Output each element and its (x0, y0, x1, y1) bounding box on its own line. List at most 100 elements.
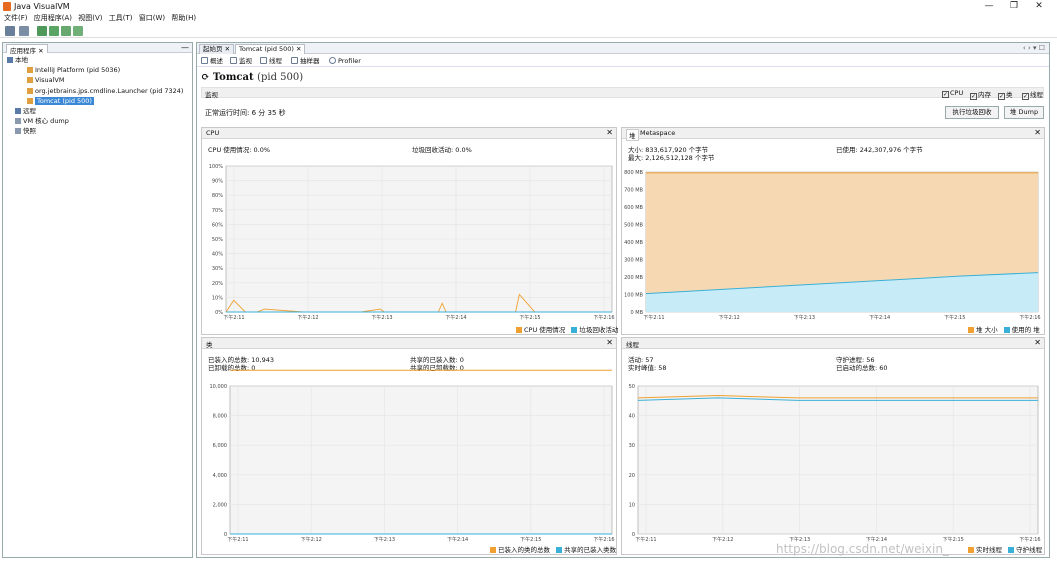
check-memory[interactable]: ✓ 内存 (970, 89, 991, 100)
tree-node-core-dump[interactable]: VM 核心 dump (15, 117, 69, 126)
minimize-pane-button[interactable]: — (181, 43, 189, 52)
cpu-chart: 100% 90% 80% 70% 60% 50% 40% 30% 20% 10% 0%下午2:11 下… (209, 164, 615, 321)
heap-x-tick-label: 下午2:14 (869, 314, 890, 321)
tab-overview[interactable]: 概述 (201, 57, 223, 66)
tab-profiler[interactable]: Profiler (329, 57, 361, 66)
heap-dump-button[interactable]: 堆 Dump (1004, 106, 1044, 119)
classes-plot-area (229, 385, 613, 535)
menu-tools[interactable]: 工具(T) (109, 14, 133, 22)
cpu-x-tick-label: 下午2:14 (445, 314, 466, 321)
add-jmx-icon[interactable] (5, 26, 15, 36)
monitor-icon (230, 57, 237, 64)
maximize-button[interactable]: ❐ (1005, 1, 1023, 12)
menu-file[interactable]: 文件(F) (4, 14, 28, 22)
tree-node-local[interactable]: 本地 (7, 56, 28, 65)
applications-tab[interactable]: 应用程序 ✕ (6, 44, 48, 55)
title-bar: Java VisualVM — ❐ ✕ (0, 0, 1057, 13)
cpu-y-tick-label: 90% (212, 179, 223, 185)
threads-x-tick-label: 下午2:16 (1019, 536, 1040, 543)
cpu-y-tick-label: 80% (212, 193, 223, 199)
profiler-snapshot-icon[interactable] (61, 26, 71, 36)
close-button[interactable]: ✕ (1030, 1, 1048, 12)
threads-x-tick-label: 下午2:12 (712, 536, 733, 543)
section-label: 监视 (205, 91, 218, 99)
menu-window[interactable]: 窗口(W) (139, 14, 165, 22)
classes-x-tick-label: 下午2:13 (374, 536, 395, 543)
threads-icon (260, 57, 267, 64)
menu-applications[interactable]: 应用程序(A) (34, 14, 72, 22)
tab-tomcat[interactable]: Tomcat (pid 500) ✕ (235, 44, 306, 54)
threads-y-tick-label: 50 (629, 384, 635, 390)
classes-panel: 类 ✕ 已装入的总数: 10,943 已卸载的总数: 0 共享的已装入数: 0 共… (201, 337, 617, 555)
document-tabs: 起始页 ✕ Tomcat (pid 500) ✕ ‹ › ▾ ☐ (197, 43, 1049, 54)
tree-node-remote[interactable]: 远程 (15, 107, 36, 116)
cpu-legend: CPU 使用情况 垃圾回收活动 (516, 324, 618, 334)
tree-node-visualvm[interactable]: VisualVM (27, 76, 64, 85)
menu-view[interactable]: 视图(V) (78, 14, 102, 22)
classes-y-tick-label: 6,000 (213, 443, 227, 449)
check-threads[interactable]: ✓ 线程 (1022, 89, 1043, 100)
tab-threads[interactable]: 线程 (260, 57, 282, 66)
classes-chart: 10,0008,0006,0004,0002,0000下午2:11 下午2:12 下… (210, 369, 615, 543)
threads-plot-area (637, 385, 1039, 535)
tab-sampler[interactable]: 抽样器 (291, 57, 320, 66)
cpu-x-tick-label: 下午2:12 (297, 314, 318, 321)
thread-dump-icon[interactable] (49, 26, 59, 36)
core-dump-icon (15, 118, 21, 124)
classes-x-tick-label: 下午2:14 (447, 536, 468, 543)
heap-y-tick-label: 200 MB (624, 275, 643, 281)
tree-node-tomcat[interactable]: Tomcat (pid 500) (27, 97, 94, 106)
heap-y-tick-label: 800 MB (624, 170, 643, 176)
perform-gc-button[interactable]: 执行垃圾回收 (945, 106, 999, 119)
overview-icon (201, 57, 208, 64)
heap-y-tick-label: 300 MB (624, 258, 643, 264)
cpu-x-tick-label: 下午2:15 (519, 314, 540, 321)
applications-tab-bar: 应用程序 ✕ — (3, 43, 192, 55)
application-snapshot-icon[interactable] (73, 26, 83, 36)
profiler-icon (329, 57, 336, 64)
heap-x-tick-label: 下午2:13 (794, 314, 815, 321)
page-title: ⟳ Tomcat (pid 500) (201, 72, 304, 83)
heap-chart: 800 MB 700 MB 600 MB 500 MB 400 MB 300 MB 200 … (624, 170, 1041, 321)
threads-y-tick-label: 20 (629, 473, 635, 479)
cpu-y-tick-label: 50% (212, 237, 223, 243)
classes-x-tick-label: 下午2:16 (593, 536, 614, 543)
classes-legend: 已装入的类的总数 共享的已装入类数 (490, 544, 616, 554)
java-app-icon (27, 98, 33, 104)
java-app-icon (27, 67, 33, 73)
tree-node-jps-launcher[interactable]: org.jetbrains.jps.cmdline.Launcher (pid … (27, 87, 183, 96)
add-snapshot-icon[interactable] (19, 26, 29, 36)
check-cpu[interactable]: ✓ CPU (942, 89, 963, 98)
check-classes[interactable]: ✓ 类 (998, 89, 1013, 100)
heap-y-tick-label: 600 MB (624, 205, 643, 211)
cpu-y-tick-label: 20% (212, 281, 223, 287)
tab-navigation[interactable]: ‹ › ▾ ☐ (1023, 44, 1045, 52)
tab-start-page[interactable]: 起始页 ✕ (199, 44, 235, 54)
cpu-x-tick-label: 下午2:11 (223, 314, 244, 321)
computer-icon (7, 57, 13, 63)
remote-icon (15, 108, 21, 114)
monitor-section-bar: 监视 ✓ CPU ✓ 内存 ✓ 类 ✓ 线程 (201, 87, 1044, 100)
menu-help[interactable]: 帮助(H) (171, 14, 196, 22)
heap-y-tick-label: 500 MB (624, 223, 643, 229)
classes-x-tick-label: 下午2:11 (227, 536, 248, 543)
heap-dump-icon[interactable] (37, 26, 47, 36)
cpu-y-tick-label: 0% (215, 310, 223, 316)
classes-y-tick-label: 4,000 (213, 473, 227, 479)
cpu-x-tick-label: 下午2:16 (593, 314, 614, 321)
uptime-label: 正常运行时间: 6 分 35 秒 (205, 109, 286, 117)
tree-node-intellij[interactable]: IntelliJ Platform (pid 5036) (27, 66, 120, 75)
cpu-panel: CPU ✕ CPU 使用情况: 0.0% 垃圾回收活动: 0.0% 100% 90%… (201, 127, 618, 335)
threads-y-tick-label: 30 (629, 443, 635, 449)
java-app-icon (27, 77, 33, 83)
minimize-button[interactable]: — (980, 1, 998, 12)
tab-monitor[interactable]: 监视 (230, 57, 252, 66)
snapshot-icon (15, 128, 21, 134)
cpu-y-tick-label: 30% (212, 266, 223, 272)
applications-pane: 应用程序 ✕ — 本地 IntelliJ Platform (pid 5036)… (2, 42, 193, 558)
heap-x-tick-label: 下午2:16 (1019, 314, 1040, 321)
threads-x-tick-label: 下午2:11 (635, 536, 656, 543)
watermark: https://blog.csdn.net/weixin_ (776, 542, 949, 556)
tree-node-snapshots[interactable]: 快照 (15, 127, 36, 136)
heap-y-tick-label: 0 MB (630, 310, 643, 316)
